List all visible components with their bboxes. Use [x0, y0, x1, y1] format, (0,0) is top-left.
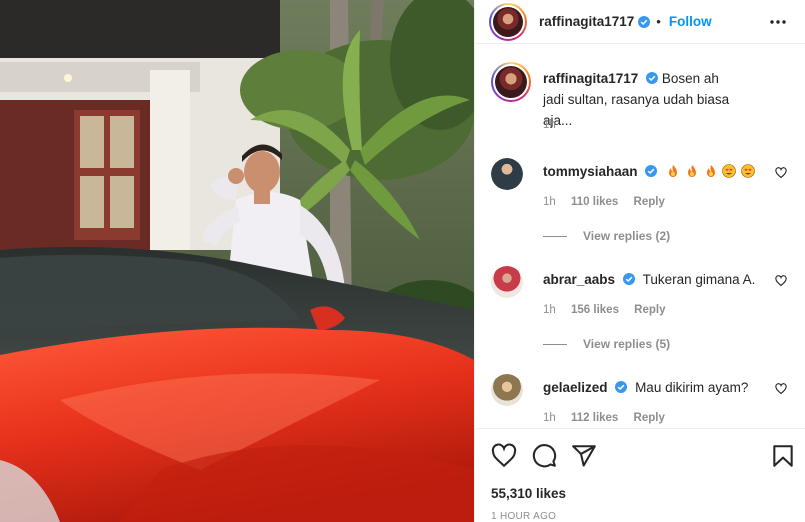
heart-eyes-emoji-icon — [741, 164, 755, 178]
post-header: raffinagita1717 • Follow — [475, 0, 805, 44]
view-replies-label: View replies (2) — [583, 229, 671, 243]
heart-icon[interactable] — [775, 167, 787, 179]
comment-text: Mau dikirim ayam? — [635, 380, 749, 395]
replies-divider — [543, 344, 567, 346]
reply-button[interactable]: Reply — [634, 196, 665, 208]
fire-emoji-icon — [706, 165, 715, 177]
view-replies-button[interactable]: View replies (2) — [543, 229, 670, 243]
caption-avatar[interactable] — [491, 62, 531, 102]
comment-meta: 1h 112 likes Reply — [543, 412, 677, 424]
caption-timestamp[interactable]: 1h — [543, 119, 556, 131]
comment-likes[interactable]: 156 likes — [571, 304, 619, 316]
heart-eyes-emoji-icon — [722, 164, 737, 178]
comment-likes[interactable]: 112 likes — [571, 412, 618, 424]
comment-text: Tukeran gimana A. — [642, 272, 756, 287]
comment-time[interactable]: 1h — [543, 304, 556, 316]
verified-badge-icon — [622, 273, 635, 285]
comment-item: tommysiahaan 1h 110 likes Reply — [491, 158, 791, 208]
comment-emojis — [665, 164, 755, 179]
post-actions-bar: 55,310 likes 1 HOUR AGO — [475, 428, 805, 522]
verified-badge-icon — [646, 72, 659, 84]
comment-item: gelaelized Mau dikirim ayam? 1h 112 like… — [491, 374, 791, 424]
verified-badge-icon — [645, 165, 658, 177]
comment-likes[interactable]: 110 likes — [571, 196, 618, 208]
commenter-username[interactable]: gelaelized — [543, 380, 608, 395]
reply-button[interactable]: Reply — [634, 304, 665, 316]
comment-meta: 1h 110 likes Reply — [543, 196, 677, 208]
comment-icon[interactable] — [531, 443, 557, 469]
post-photo[interactable] — [0, 0, 474, 522]
comment-line: tommysiahaan — [543, 164, 755, 179]
comment-time[interactable]: 1h — [543, 412, 556, 424]
post-likes-count[interactable]: 55,310 likes — [491, 486, 566, 501]
author-avatar[interactable] — [489, 2, 527, 41]
heart-icon[interactable] — [775, 383, 787, 395]
heart-icon[interactable] — [775, 275, 787, 287]
fire-emoji-icon — [687, 165, 696, 177]
more-options-icon[interactable] — [768, 13, 788, 31]
bookmark-icon[interactable] — [770, 443, 796, 469]
caption-text-block: raffinagita1717 Bosen ah jadi sultan, ra… — [543, 68, 743, 131]
replies-divider — [543, 236, 567, 238]
author-username[interactable]: raffinagita1717 — [539, 14, 634, 29]
commenter-username[interactable]: tommysiahaan — [543, 164, 638, 179]
author-block: raffinagita1717 • Follow — [539, 14, 712, 29]
reply-button[interactable]: Reply — [634, 412, 665, 424]
view-replies-label: View replies (5) — [583, 337, 671, 351]
verified-badge-icon — [638, 15, 651, 28]
commenter-avatar[interactable] — [491, 266, 523, 298]
comment-line: abrar_aabs Tukeran gimana A. — [543, 272, 755, 287]
commenter-avatar[interactable] — [491, 158, 523, 190]
commenter-avatar[interactable] — [491, 374, 523, 406]
instagram-post: raffinagita1717 • Follow raffinagita1717 — [0, 0, 805, 522]
dot-separator: • — [656, 14, 661, 29]
comment-time[interactable]: 1h — [543, 196, 556, 208]
paper-plane-icon[interactable] — [571, 443, 597, 469]
comment-meta: 1h 156 likes Reply — [543, 304, 678, 316]
comment-line: gelaelized Mau dikirim ayam? — [543, 380, 748, 395]
verified-badge-icon — [615, 381, 628, 393]
view-replies-button[interactable]: View replies (5) — [543, 337, 670, 351]
heart-icon[interactable] — [491, 443, 517, 469]
comment-item: abrar_aabs Tukeran gimana A. 1h 156 like… — [491, 266, 791, 316]
commenter-username[interactable]: abrar_aabs — [543, 272, 615, 287]
post-timestamp[interactable]: 1 HOUR AGO — [491, 511, 556, 522]
caption-username[interactable]: raffinagita1717 — [543, 71, 638, 86]
fire-emoji-icon — [669, 165, 678, 177]
photo-man-with-red-car — [0, 0, 474, 522]
follow-button[interactable]: Follow — [669, 14, 712, 29]
post-details-panel: raffinagita1717 • Follow raffinagita1717 — [474, 0, 805, 522]
